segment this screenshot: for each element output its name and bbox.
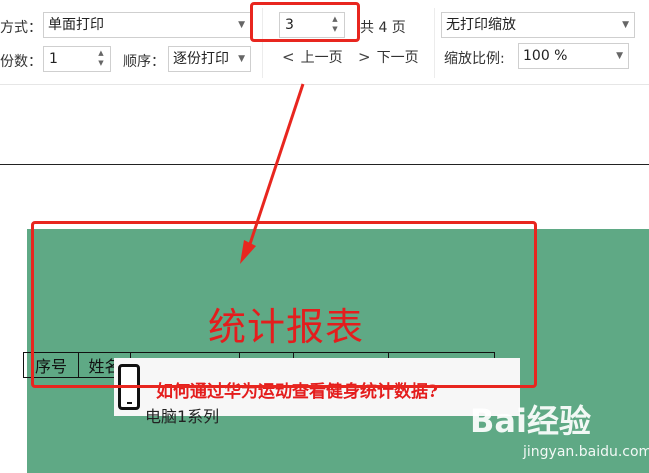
arrow-shaft xyxy=(246,83,305,251)
watermark: Bai经验 xyxy=(470,396,591,442)
watermark-url: jingyan.baidu.com xyxy=(523,444,649,460)
arrow-head xyxy=(240,240,256,264)
watermark-brand: Bai经验 xyxy=(470,402,591,440)
